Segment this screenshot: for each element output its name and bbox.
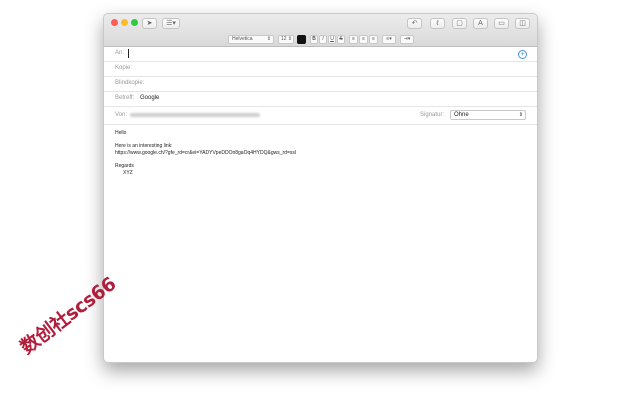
from-account-blurred[interactable] <box>130 113 260 117</box>
header-fields-button[interactable]: ☰▾ <box>162 18 180 29</box>
bcc-input[interactable] <box>150 79 520 89</box>
font-family-value: Helvetica <box>232 36 253 42</box>
photo-icon: ▢ <box>456 20 463 27</box>
to-label: An: <box>115 50 125 56</box>
sidebar-button[interactable]: ◫ <box>515 18 530 29</box>
close-button[interactable] <box>111 19 118 26</box>
font-icon: A <box>478 20 483 27</box>
bullet-list-icon: ≡▾ <box>386 36 392 42</box>
reply-button[interactable]: ↶ <box>407 18 422 29</box>
indent-button[interactable]: ⇥▾ <box>400 35 414 44</box>
subject-field-row: Betreff: Google <box>104 92 537 107</box>
send-button[interactable]: ➤ <box>142 18 157 29</box>
body-link[interactable]: https://www.google.ch/?gfe_rd=cr&ei=YADY… <box>115 150 296 156</box>
cc-label: Kopie: <box>115 65 133 71</box>
list-icon: ☰▾ <box>166 20 176 27</box>
select-arrows-icon: ⇕ <box>518 112 523 118</box>
size-arrows-icon: ⇕ <box>287 36 292 42</box>
strikethrough-button[interactable]: S <box>337 35 345 44</box>
mail-compose-window: ➤ ☰▾ ↶ ℓ ▢ A ▭ ◫ Helvetica ⇕ 12 ⇕ B I U … <box>103 13 538 363</box>
select-arrows-icon: ⇕ <box>266 36 271 42</box>
message-body[interactable]: Hello Here is an interesting link: https… <box>104 126 537 362</box>
add-contact-icon[interactable]: + <box>518 50 527 59</box>
zoom-button[interactable] <box>131 19 138 26</box>
list-style-button[interactable]: ≡▾ <box>382 35 396 44</box>
paperclip-icon: ℓ <box>436 20 439 27</box>
font-size-select[interactable]: 12 ⇕ <box>278 35 294 44</box>
text-cursor <box>128 49 129 58</box>
format-button[interactable]: A <box>473 18 488 29</box>
body-signature-name: XYZ <box>123 170 133 176</box>
font-family-select[interactable]: Helvetica ⇕ <box>228 35 274 44</box>
font-size-value: 12 <box>281 36 287 42</box>
signature-select[interactable]: Ohne ⇕ <box>450 110 526 120</box>
align-left-button[interactable]: ≡ <box>349 35 358 44</box>
text-color-swatch[interactable] <box>297 35 306 44</box>
align-left-icon: ≡ <box>352 36 355 42</box>
indent-icon: ⇥▾ <box>403 36 411 42</box>
subject-label: Betreff: <box>115 95 135 101</box>
send-icon: ➤ <box>146 20 153 27</box>
to-input[interactable] <box>134 49 504 59</box>
to-field-row: An: + <box>104 47 537 62</box>
align-center-button[interactable]: ≡ <box>359 35 368 44</box>
cc-input[interactable] <box>140 64 520 74</box>
bcc-field-row: Blindkopie: <box>104 77 537 92</box>
minimize-button[interactable] <box>121 19 128 26</box>
bcc-label: Blindkopie: <box>115 80 145 86</box>
subject-input[interactable]: Google <box>140 95 159 101</box>
align-right-button[interactable]: ≡ <box>369 35 378 44</box>
sidebar-icon: ◫ <box>519 20 526 27</box>
body-line: Here is an interesting link: <box>115 143 173 149</box>
title-bar: ➤ ☰▾ ↶ ℓ ▢ A ▭ ◫ Helvetica ⇕ 12 ⇕ B I U … <box>104 14 537 47</box>
bold-button[interactable]: B <box>310 35 318 44</box>
photo-browser-button[interactable]: ▢ <box>452 18 467 29</box>
signature-value: Ohne <box>454 112 469 118</box>
underline-button[interactable]: U <box>328 35 336 44</box>
browser-window-icon: ▭ <box>498 20 505 27</box>
attach-button[interactable]: ℓ <box>430 18 445 29</box>
from-label: Von: <box>115 112 128 118</box>
italic-button[interactable]: I <box>319 35 327 44</box>
align-center-icon: ≡ <box>362 36 365 42</box>
align-right-icon: ≡ <box>372 36 375 42</box>
body-closing: Regards <box>115 163 134 169</box>
stationery-button[interactable]: ▭ <box>494 18 509 29</box>
cc-field-row: Kopie: <box>104 62 537 77</box>
signature-label: Signatur: <box>420 112 445 118</box>
reply-arrow-icon: ↶ <box>411 20 418 27</box>
body-greeting: Hello <box>115 130 127 136</box>
from-field-row: Von: Signatur: Ohne ⇕ <box>104 107 537 125</box>
